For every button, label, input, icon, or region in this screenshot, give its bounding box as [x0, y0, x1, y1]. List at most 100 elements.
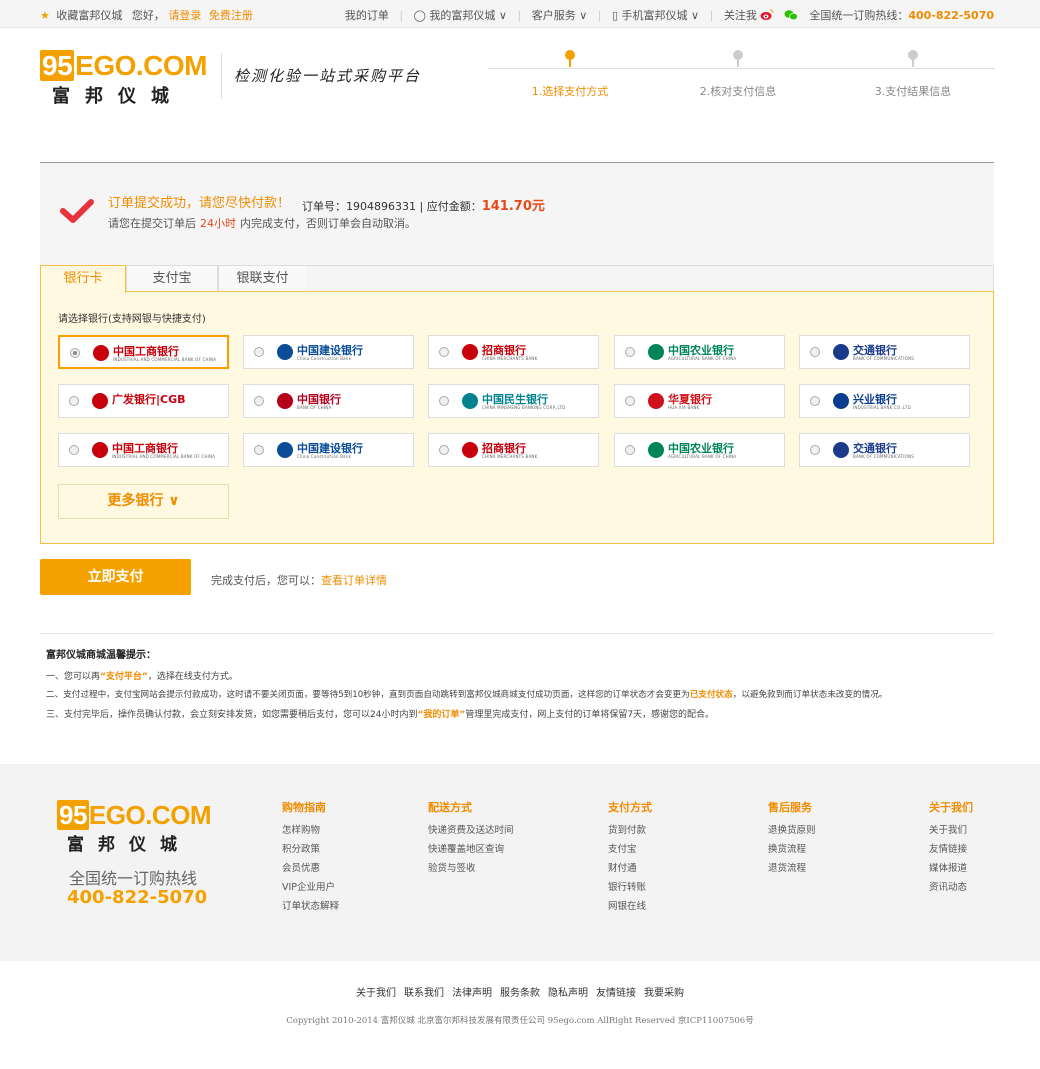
bank-radio[interactable]: [625, 396, 635, 406]
customer-service-link[interactable]: 客户服务: [532, 9, 576, 22]
bank-radio[interactable]: [625, 347, 635, 357]
favorite-link[interactable]: 收藏富邦仪城: [56, 9, 122, 22]
footer-link[interactable]: 网银在线: [608, 897, 652, 916]
bank-radio[interactable]: [810, 347, 820, 357]
bank-radio[interactable]: [439, 347, 449, 357]
bank-radio[interactable]: [439, 396, 449, 406]
footer-link[interactable]: 关于我们: [929, 821, 973, 840]
top-bar: ★ 收藏富邦仪城 您好， 请登录 免费注册 我的订单 | ◯ 我的富邦仪城 ∨ …: [0, 0, 1040, 28]
bank-option[interactable]: 中国农业银行 AGRICULTURAL BANK OF CHINA: [614, 433, 785, 467]
bottom-link[interactable]: 法律声明: [452, 988, 492, 999]
bank-radio[interactable]: [625, 445, 635, 455]
tab-alipay[interactable]: 支付宝: [126, 265, 218, 292]
login-link[interactable]: 请登录: [168, 9, 201, 22]
bank-option[interactable]: 中国建设银行 China Construction Bank: [243, 433, 414, 467]
bank-radio[interactable]: [810, 396, 820, 406]
footer-link[interactable]: 媒体报道: [929, 859, 973, 878]
bank-subname: BANK OF COMMUNICATIONS: [853, 454, 914, 459]
bank-radio[interactable]: [254, 347, 264, 357]
bottom-link[interactable]: 我要采购: [644, 988, 684, 999]
bank-subname: INDUSTRIAL AND COMMERCIAL BANK OF CHINA: [112, 454, 216, 459]
bank-option[interactable]: 招商银行 CHINA MERCHANTS BANK: [428, 433, 599, 467]
bank-radio[interactable]: [810, 445, 820, 455]
tips-divider: [40, 633, 994, 634]
more-banks-button[interactable]: 更多银行 ∨: [58, 484, 229, 519]
payment-tabs: 银行卡 支付宝 银联支付: [40, 265, 994, 293]
footer-link[interactable]: 退货流程: [768, 859, 816, 878]
logo-divider: [221, 53, 222, 99]
footer-logo[interactable]: 95EGO.COM 富邦仪城: [57, 800, 212, 855]
footer-link[interactable]: 换货流程: [768, 840, 816, 859]
bank-option[interactable]: 招商银行 CHINA MERCHANTS BANK: [428, 335, 599, 369]
wechat-icon[interactable]: [784, 9, 798, 21]
bank-radio[interactable]: [70, 348, 80, 358]
bank-option[interactable]: 中国银行 BANK OF CHINA: [243, 384, 414, 418]
footer-link[interactable]: 积分政策: [282, 840, 339, 859]
weibo-icon[interactable]: [760, 9, 774, 21]
bottom-link[interactable]: 关于我们: [356, 988, 396, 999]
step-label: 2.核对支付信息: [699, 85, 777, 98]
bank-option[interactable]: 中国农业银行 AGRICULTURAL BANK OF CHINA: [614, 335, 785, 369]
bottom-link[interactable]: 服务条款: [500, 988, 540, 999]
bank-logo-icon: [277, 344, 293, 360]
bank-option[interactable]: 兴业银行 INDUSTRIAL BANK CO.,LTD: [799, 384, 970, 418]
footer-link[interactable]: 银行转账: [608, 878, 652, 897]
register-link[interactable]: 免费注册: [209, 9, 253, 22]
bank-subname: CHINA MERCHANTS BANK: [482, 356, 538, 361]
tabs-filler: [306, 265, 994, 292]
view-order-link[interactable]: 查看订单详情: [321, 574, 387, 587]
footer-link[interactable]: 怎样购物: [282, 821, 339, 840]
bottom-link[interactable]: 联系我们: [404, 988, 444, 999]
bank-radio[interactable]: [439, 445, 449, 455]
my-account-link[interactable]: 我的富邦仪城: [429, 9, 495, 22]
pay-now-button[interactable]: 立即支付: [40, 559, 191, 595]
bank-logo-icon: [833, 442, 849, 458]
bank-radio[interactable]: [69, 396, 79, 406]
bank-option[interactable]: 华夏银行 HUA XIA BANK: [614, 384, 785, 418]
footer-link[interactable]: VIP企业用户: [282, 878, 339, 897]
hotline-label: 全国统一订购热线：: [809, 9, 909, 22]
footer-link[interactable]: 快递资费及送达时间: [428, 821, 514, 840]
bank-option[interactable]: 中国工商银行 INDUSTRIAL AND COMMERCIAL BANK OF …: [58, 335, 229, 369]
bank-radio[interactable]: [254, 445, 264, 455]
bank-option[interactable]: 广发银行|CGB: [58, 384, 229, 418]
chevron-down-icon: ∨: [498, 9, 507, 22]
bottom-link[interactable]: 隐私声明: [548, 988, 588, 999]
footer-link[interactable]: 友情链接: [929, 840, 973, 859]
footer-link[interactable]: 财付通: [608, 859, 652, 878]
footer-link[interactable]: 快递覆盖地区查询: [428, 840, 514, 859]
site-logo[interactable]: 95 EGO.COM 富邦仪城: [40, 50, 207, 108]
chevron-down-icon: ∨: [579, 9, 588, 22]
footer-link[interactable]: 货到付款: [608, 821, 652, 840]
bank-subname: INDUSTRIAL BANK CO.,LTD: [853, 405, 911, 410]
footer-link[interactable]: 支付宝: [608, 840, 652, 859]
my-orders-link[interactable]: 我的订单: [345, 9, 389, 22]
bank-radio[interactable]: [254, 396, 264, 406]
footer-link[interactable]: 验货与签收: [428, 859, 514, 878]
footer-link[interactable]: 资讯动态: [929, 878, 973, 897]
footer-column-title: 配送方式: [428, 801, 472, 814]
bank-option[interactable]: 中国工商银行 INDUSTRIAL AND COMMERCIAL BANK OF …: [58, 433, 229, 467]
bank-option[interactable]: 交通银行 BANK OF COMMUNICATIONS: [799, 433, 970, 467]
bank-option[interactable]: 交通银行 BANK OF COMMUNICATIONS: [799, 335, 970, 369]
tip1-post: ，选择在线支付方式。: [147, 672, 238, 682]
bank-option[interactable]: 中国建设银行 China Construction Bank: [243, 335, 414, 369]
tip-line-2: 二、支付过程中，支付宝网站会提示付款成功，这时请不要关闭页面，要等待5到10秒钟…: [46, 688, 887, 700]
tab-unionpay[interactable]: 银联支付: [218, 265, 307, 292]
tab-bank-card[interactable]: 银行卡: [40, 265, 126, 293]
bank-radio[interactable]: [69, 445, 79, 455]
mobile-link[interactable]: 手机富邦仪城: [622, 9, 688, 22]
footer-link[interactable]: 会员优惠: [282, 859, 339, 878]
footer-link[interactable]: 订单状态解释: [282, 897, 339, 916]
tip1-highlight[interactable]: “支付平台”: [100, 672, 148, 682]
check-icon: [60, 199, 94, 223]
footer-link[interactable]: 退换货原则: [768, 821, 816, 840]
tip3-highlight[interactable]: “我的订单”: [417, 710, 465, 720]
tips-title: 富邦仪城商城温馨提示：: [46, 650, 156, 661]
bank-subname: AGRICULTURAL BANK OF CHINA: [668, 356, 737, 361]
step-2: 2.核对支付信息: [673, 50, 803, 99]
bottom-link[interactable]: 友情链接: [596, 988, 636, 999]
tip2-highlight: 已支付状态: [689, 690, 733, 700]
bank-option[interactable]: 中国民生银行 CHINA MINSHENG BANKING CORP.,LTD: [428, 384, 599, 418]
bank-logo-icon: [462, 442, 478, 458]
